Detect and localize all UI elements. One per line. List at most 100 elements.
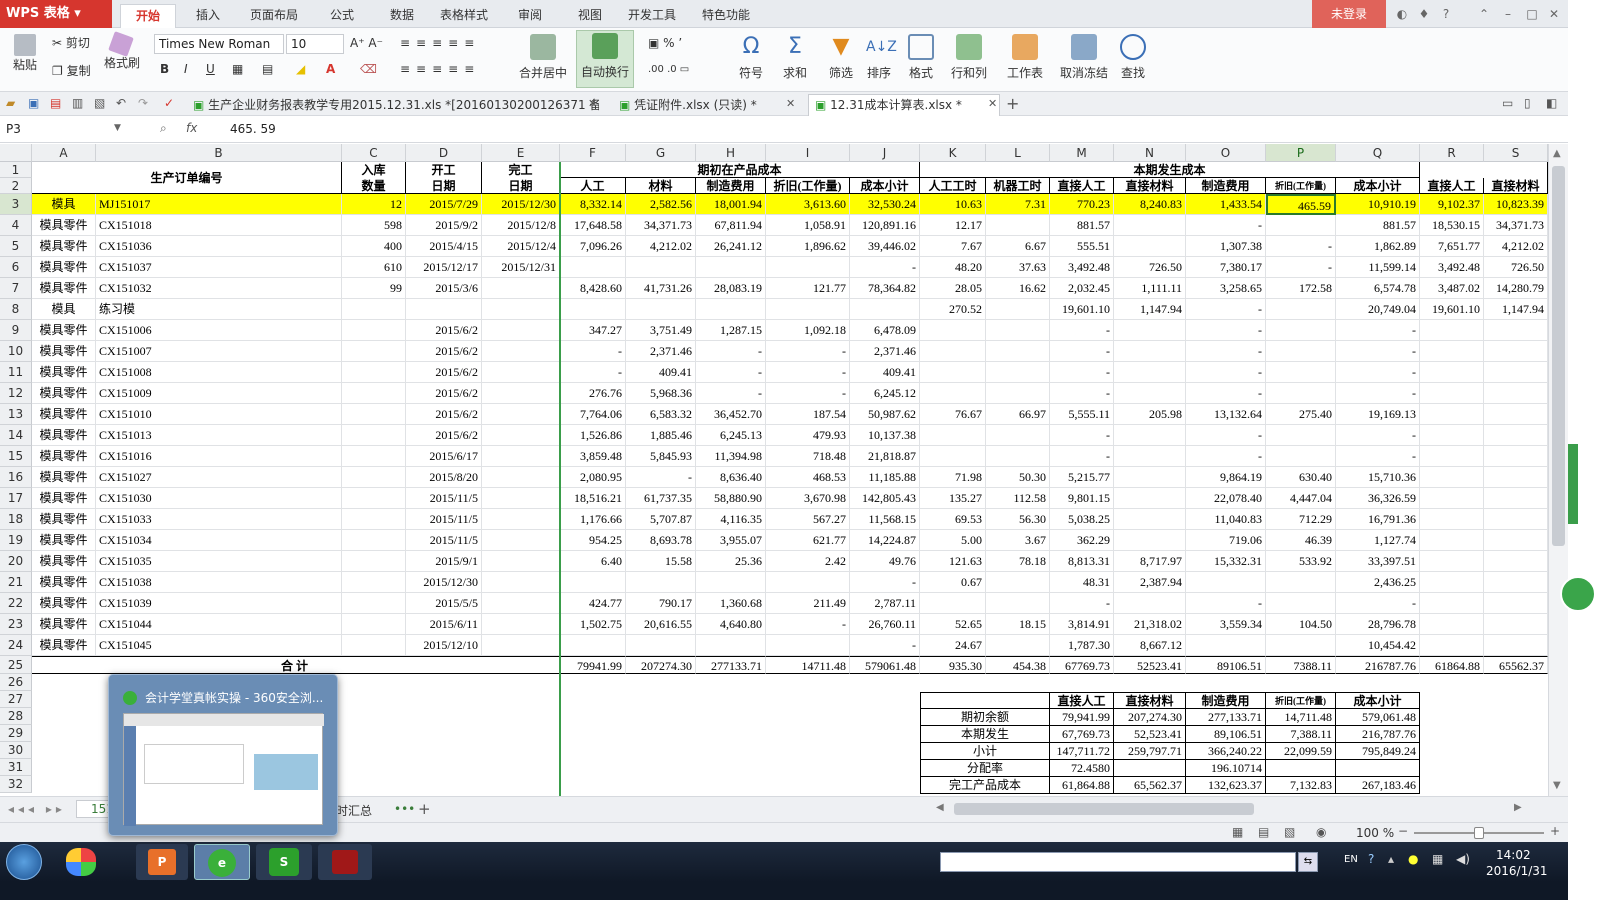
table-cell[interactable]: 479.93: [766, 425, 850, 446]
table-cell[interactable]: 48.31: [1050, 572, 1114, 593]
summary-cell[interactable]: 7,132.83: [1266, 777, 1336, 794]
table-cell[interactable]: 8,636.40: [696, 467, 766, 488]
table-cell[interactable]: 50.30: [986, 467, 1050, 488]
table-cell[interactable]: 模具零件: [32, 362, 96, 383]
table-cell[interactable]: [482, 593, 560, 614]
table-cell[interactable]: 112.58: [986, 488, 1050, 509]
table-cell[interactable]: [986, 425, 1050, 446]
table-cell[interactable]: [920, 593, 986, 614]
table-cell[interactable]: 3,814.91: [1050, 614, 1114, 635]
table-cell[interactable]: 8,240.83: [1114, 194, 1186, 215]
paste-button[interactable]: 粘贴: [8, 34, 42, 73]
summary-cell[interactable]: 72.4580: [1050, 760, 1114, 777]
table-cell[interactable]: -: [1186, 383, 1266, 404]
table-cell[interactable]: 5,707.87: [626, 509, 696, 530]
table-cell[interactable]: -: [1336, 383, 1420, 404]
table-cell[interactable]: 模具零件: [32, 383, 96, 404]
table-cell[interactable]: [1420, 467, 1484, 488]
table-cell[interactable]: [342, 404, 406, 425]
table-cell[interactable]: 22,078.40: [1186, 488, 1266, 509]
close-icon[interactable]: ✕: [1546, 6, 1562, 22]
table-cell[interactable]: -: [850, 572, 920, 593]
table-cell[interactable]: 7.67: [920, 236, 986, 257]
table-cell[interactable]: 5,845.93: [626, 446, 696, 467]
summary-cell[interactable]: 14,711.48: [1266, 709, 1336, 726]
table-cell[interactable]: 1,058.91: [766, 215, 850, 236]
table-cell[interactable]: 模具零件: [32, 467, 96, 488]
table-cell[interactable]: 533.92: [1266, 551, 1336, 572]
print-icon[interactable]: ▥: [72, 96, 83, 110]
table-cell[interactable]: 5,968.36: [626, 383, 696, 404]
total-cell[interactable]: 579061.48: [850, 656, 920, 674]
zoom-out-icon[interactable]: −: [1398, 824, 1408, 838]
row-header[interactable]: 8: [0, 299, 32, 320]
table-cell[interactable]: 712.29: [1266, 509, 1336, 530]
table-cell[interactable]: [482, 320, 560, 341]
merge-center-button[interactable]: 合并居中: [514, 32, 572, 81]
row-header[interactable]: 10: [0, 341, 32, 362]
row-header[interactable]: 2: [0, 178, 32, 194]
row-header[interactable]: 27: [0, 691, 32, 708]
table-cell[interactable]: -: [1266, 236, 1336, 257]
table-cell[interactable]: 模具零件: [32, 488, 96, 509]
row-header[interactable]: 5: [0, 236, 32, 257]
row-header[interactable]: 13: [0, 404, 32, 425]
table-cell[interactable]: 1,307.38: [1186, 236, 1266, 257]
ribbon-tab[interactable]: 审阅: [508, 4, 552, 28]
table-cell[interactable]: 1,111.11: [1114, 278, 1186, 299]
login-button[interactable]: 未登录: [1312, 0, 1386, 28]
table-cell[interactable]: 5,555.11: [1050, 404, 1114, 425]
table-cell[interactable]: -: [560, 362, 626, 383]
table-cell[interactable]: -: [850, 257, 920, 278]
table-cell[interactable]: 1,147.94: [1484, 299, 1548, 320]
table-cell[interactable]: 6,245.13: [696, 425, 766, 446]
table-cell[interactable]: [482, 614, 560, 635]
table-cell[interactable]: [1420, 551, 1484, 572]
row-header[interactable]: 6: [0, 257, 32, 278]
table-cell[interactable]: 7.31: [986, 194, 1050, 215]
table-cell[interactable]: 2015/12/10: [406, 635, 482, 656]
bold-button[interactable]: B: [160, 62, 169, 76]
table-cell[interactable]: [482, 530, 560, 551]
table-cell[interactable]: [1420, 635, 1484, 656]
table-cell[interactable]: CX151037: [96, 257, 342, 278]
table-cell[interactable]: -: [766, 341, 850, 362]
table-cell[interactable]: MJ151017: [96, 194, 342, 215]
table-cell[interactable]: 2,787.11: [850, 593, 920, 614]
table-cell[interactable]: [1420, 572, 1484, 593]
table-cell[interactable]: 135.27: [920, 488, 986, 509]
table-cell[interactable]: [766, 635, 850, 656]
table-cell[interactable]: 模具零件: [32, 341, 96, 362]
freeze-button[interactable]: 取消冻结: [1056, 32, 1112, 81]
row-header[interactable]: 4: [0, 215, 32, 236]
table-cell[interactable]: 718.48: [766, 446, 850, 467]
table-cell[interactable]: 14,224.87: [850, 530, 920, 551]
table-cell[interactable]: [342, 572, 406, 593]
taskbar-app-presentation[interactable]: P: [136, 844, 188, 880]
table-cell[interactable]: [1266, 362, 1336, 383]
table-cell[interactable]: 19,601.10: [1420, 299, 1484, 320]
table-cell[interactable]: 567.27: [766, 509, 850, 530]
row-header[interactable]: 14: [0, 425, 32, 446]
table-cell[interactable]: [1266, 383, 1336, 404]
skin-icon[interactable]: ◐: [1394, 6, 1410, 22]
table-cell[interactable]: [1266, 320, 1336, 341]
fill-button[interactable]: ▤: [262, 62, 273, 76]
horizontal-align-group[interactable]: ≡≡≡≡≡: [400, 62, 480, 76]
table-cell[interactable]: [482, 299, 560, 320]
table-cell[interactable]: 1,147.94: [1114, 299, 1186, 320]
table-cell[interactable]: [1114, 362, 1186, 383]
table-cell[interactable]: [696, 635, 766, 656]
table-cell[interactable]: CX151009: [96, 383, 342, 404]
taskbar-app-spreadsheet[interactable]: S: [256, 844, 312, 880]
table-cell[interactable]: [342, 425, 406, 446]
table-cell[interactable]: 630.40: [1266, 467, 1336, 488]
row-header[interactable]: 21: [0, 572, 32, 593]
table-cell[interactable]: [342, 551, 406, 572]
table-cell[interactable]: [1114, 488, 1186, 509]
column-header[interactable]: H: [696, 144, 766, 162]
table-cell[interactable]: 1,526.86: [560, 425, 626, 446]
table-cell[interactable]: [1114, 236, 1186, 257]
table-cell[interactable]: [342, 320, 406, 341]
ribbon-tab[interactable]: 表格样式: [432, 4, 496, 28]
